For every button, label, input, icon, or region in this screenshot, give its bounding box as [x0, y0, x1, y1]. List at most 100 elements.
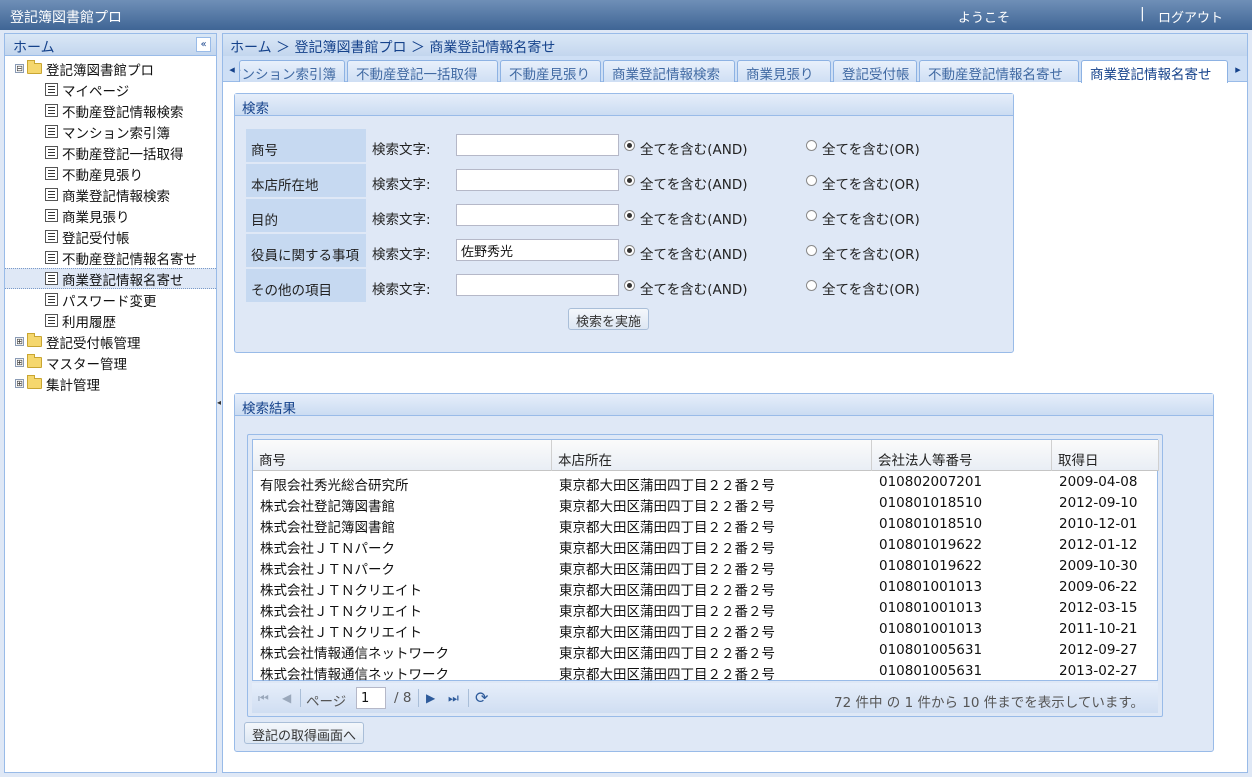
table-row[interactable]: 株式会社ＪＴＮパーク 東京都大田区蒲田四丁目２２番２号 010801019622 20… [253, 556, 1159, 578]
tab-scroll-right-icon[interactable]: ▸ [1231, 60, 1245, 80]
collapse-left-icon[interactable]: « [196, 37, 211, 52]
sidebar-item[interactable]: マンション索引簿 [45, 121, 170, 142]
column-header[interactable]: 商号 [253, 440, 552, 471]
main-panel: ホーム ＞ 登記簿図書館プロ ＞ 商業登記情報名寄せ ◂ ▸ マンション索引簿不… [222, 33, 1248, 773]
table-cell: 2013-02-27 [1059, 663, 1138, 679]
sidebar-item[interactable]: 利用履歴 [45, 310, 116, 331]
sidebar-item[interactable]: 不動産登記情報名寄せ [45, 247, 197, 268]
folder-open-icon [27, 60, 42, 74]
search-text-input[interactable] [456, 134, 619, 156]
sidebar-item[interactable]: 登記受付帳 [45, 226, 130, 247]
and-radio[interactable] [624, 245, 635, 256]
sidebar-item-label: 登記受付帳 [62, 230, 130, 247]
or-radio[interactable] [806, 280, 817, 291]
table-row[interactable]: 株式会社登記簿図書館 東京都大田区蒲田四丁目２２番２号 010801018510 20… [253, 493, 1159, 515]
table-row[interactable]: 株式会社情報通信ネットワーク 東京都大田区蒲田四丁目２２番２号 0108010056… [253, 661, 1159, 683]
splitter-arrow-icon[interactable]: ◂ [217, 398, 221, 407]
and-radio-label[interactable]: 全てを含む(AND) [640, 138, 748, 158]
table-row[interactable]: 有限会社秀光総合研究所 東京都大田区蒲田四丁目２２番２号 010802007201 2… [253, 472, 1159, 494]
goto-acquire-button[interactable]: 登記の取得画面へ [244, 722, 365, 744]
or-radio-label[interactable]: 全てを含む(OR) [822, 208, 920, 228]
search-submit-button[interactable]: 検索を実施 [568, 308, 650, 330]
last-page-icon[interactable]: ⏭ [448, 691, 459, 706]
table-cell: 010801018510 [879, 516, 983, 532]
search-text-input[interactable] [456, 274, 619, 296]
page-number-input[interactable] [356, 687, 386, 709]
table-cell: 010801001013 [879, 579, 983, 595]
app-title: 登記簿図書館プロ [10, 10, 122, 26]
table-cell: 2012-01-12 [1059, 537, 1138, 553]
table-row[interactable]: 株式会社情報通信ネットワーク 東京都大田区蒲田四丁目２２番２号 0108010056… [253, 640, 1159, 662]
or-radio-label[interactable]: 全てを含む(OR) [822, 173, 920, 193]
or-radio[interactable] [806, 210, 817, 221]
sidebar-item[interactable]: 商業登記情報名寄せ [5, 268, 216, 289]
tab[interactable]: 商業登記情報名寄せ [1081, 60, 1228, 83]
and-radio[interactable] [624, 175, 635, 186]
keyword-label: 検索文字: [372, 247, 431, 263]
table-row[interactable]: 株式会社登記簿図書館 東京都大田区蒲田四丁目２２番２号 010801018510 20… [253, 514, 1159, 536]
collapse-icon[interactable]: ⊟ [15, 64, 24, 73]
sidebar-item[interactable]: パスワード変更 [45, 289, 157, 310]
tab[interactable]: 登記受付帳 [833, 60, 917, 82]
sidebar-item[interactable]: 不動産登記情報検索 [45, 100, 184, 121]
and-radio[interactable] [624, 140, 635, 151]
tree-folder[interactable]: ⊞ 集計管理 [15, 373, 100, 394]
pager-toolbar: ⏮ ◀ ページ / 8 ▶ ⏭ ⟳ 72 件中 の 1 件から 10 件までを表… [252, 683, 1158, 713]
search-text-input[interactable] [456, 239, 619, 261]
page-icon [45, 230, 58, 243]
or-radio[interactable] [806, 245, 817, 256]
and-radio-label[interactable]: 全てを含む(AND) [640, 243, 748, 263]
or-radio-label[interactable]: 全てを含む(OR) [822, 243, 920, 263]
column-header[interactable]: 会社法人等番号 [872, 440, 1052, 471]
tab[interactable]: 不動産登記情報名寄せ [919, 60, 1079, 82]
tab[interactable]: 商業登記情報検索 [603, 60, 735, 82]
search-text-input[interactable] [456, 204, 619, 226]
and-radio[interactable] [624, 280, 635, 291]
first-page-icon[interactable]: ⏮ [258, 691, 269, 706]
sidebar-header: ホーム « [5, 34, 216, 56]
and-radio-label[interactable]: 全てを含む(AND) [640, 173, 748, 193]
and-radio-label[interactable]: 全てを含む(AND) [640, 278, 748, 298]
or-radio[interactable] [806, 175, 817, 186]
tab[interactable]: 不動産登記一括取得 [347, 60, 498, 82]
prev-page-icon[interactable]: ◀ [282, 691, 291, 705]
logout-link[interactable]: ログアウト [1158, 7, 1223, 26]
or-radio[interactable] [806, 140, 817, 151]
search-field-label: その他の項目 [246, 269, 366, 302]
table-cell: 010801001013 [879, 600, 983, 616]
tab-scroll-left-icon[interactable]: ◂ [225, 60, 239, 80]
tree-root-folder[interactable]: ⊟ 登記簿図書館プロ [15, 58, 154, 79]
sidebar-item[interactable]: 不動産登記一括取得 [45, 142, 184, 163]
tree-folder[interactable]: ⊞ 登記受付帳管理 [15, 331, 141, 352]
table-cell: 東京都大田区蒲田四丁目２２番２号 [559, 499, 775, 515]
sidebar-item[interactable]: 不動産見張り [45, 163, 143, 184]
tree-folder[interactable]: ⊞ マスター管理 [15, 352, 127, 373]
or-radio-label[interactable]: 全てを含む(OR) [822, 138, 920, 158]
tab[interactable]: 不動産見張り [500, 60, 601, 82]
table-row[interactable]: 株式会社ＪＴＮパーク 東京都大田区蒲田四丁目２２番２号 010801019622 20… [253, 535, 1159, 557]
column-header[interactable]: 本店所在 [552, 440, 872, 471]
sidebar-item[interactable]: 商業登記情報検索 [45, 184, 170, 205]
tab[interactable]: 商業見張り [737, 60, 831, 82]
expand-icon[interactable]: ⊞ [15, 358, 24, 367]
tab[interactable]: マンション索引簿 [239, 60, 345, 82]
and-radio[interactable] [624, 210, 635, 221]
and-radio-label[interactable]: 全てを含む(AND) [640, 208, 748, 228]
table-cell: 010801019622 [879, 537, 983, 553]
column-header[interactable]: 取得日 [1052, 440, 1159, 471]
table-row[interactable]: 株式会社ＪＴＮクリエイト 東京都大田区蒲田四丁目２２番２号 010801001013… [253, 598, 1159, 620]
refresh-icon[interactable]: ⟳ [475, 688, 488, 707]
sidebar-item[interactable]: 商業見張り [45, 205, 130, 226]
table-row[interactable]: 株式会社ＪＴＮクリエイト 東京都大田区蒲田四丁目２２番２号 010801001013… [253, 577, 1159, 599]
next-page-icon[interactable]: ▶ [426, 691, 435, 705]
pager-summary: 72 件中 の 1 件から 10 件までを表示しています。 [834, 695, 1144, 711]
expand-icon[interactable]: ⊞ [15, 379, 24, 388]
page-label: ページ [306, 694, 347, 710]
table-row[interactable]: 株式会社ＪＴＮクリエイト 東京都大田区蒲田四丁目２２番２号 010801001013… [253, 619, 1159, 641]
page-icon [45, 251, 58, 264]
sidebar-item[interactable]: マイページ [45, 79, 129, 100]
or-radio-label[interactable]: 全てを含む(OR) [822, 278, 920, 298]
pager-separator [418, 689, 419, 707]
search-text-input[interactable] [456, 169, 619, 191]
expand-icon[interactable]: ⊞ [15, 337, 24, 346]
